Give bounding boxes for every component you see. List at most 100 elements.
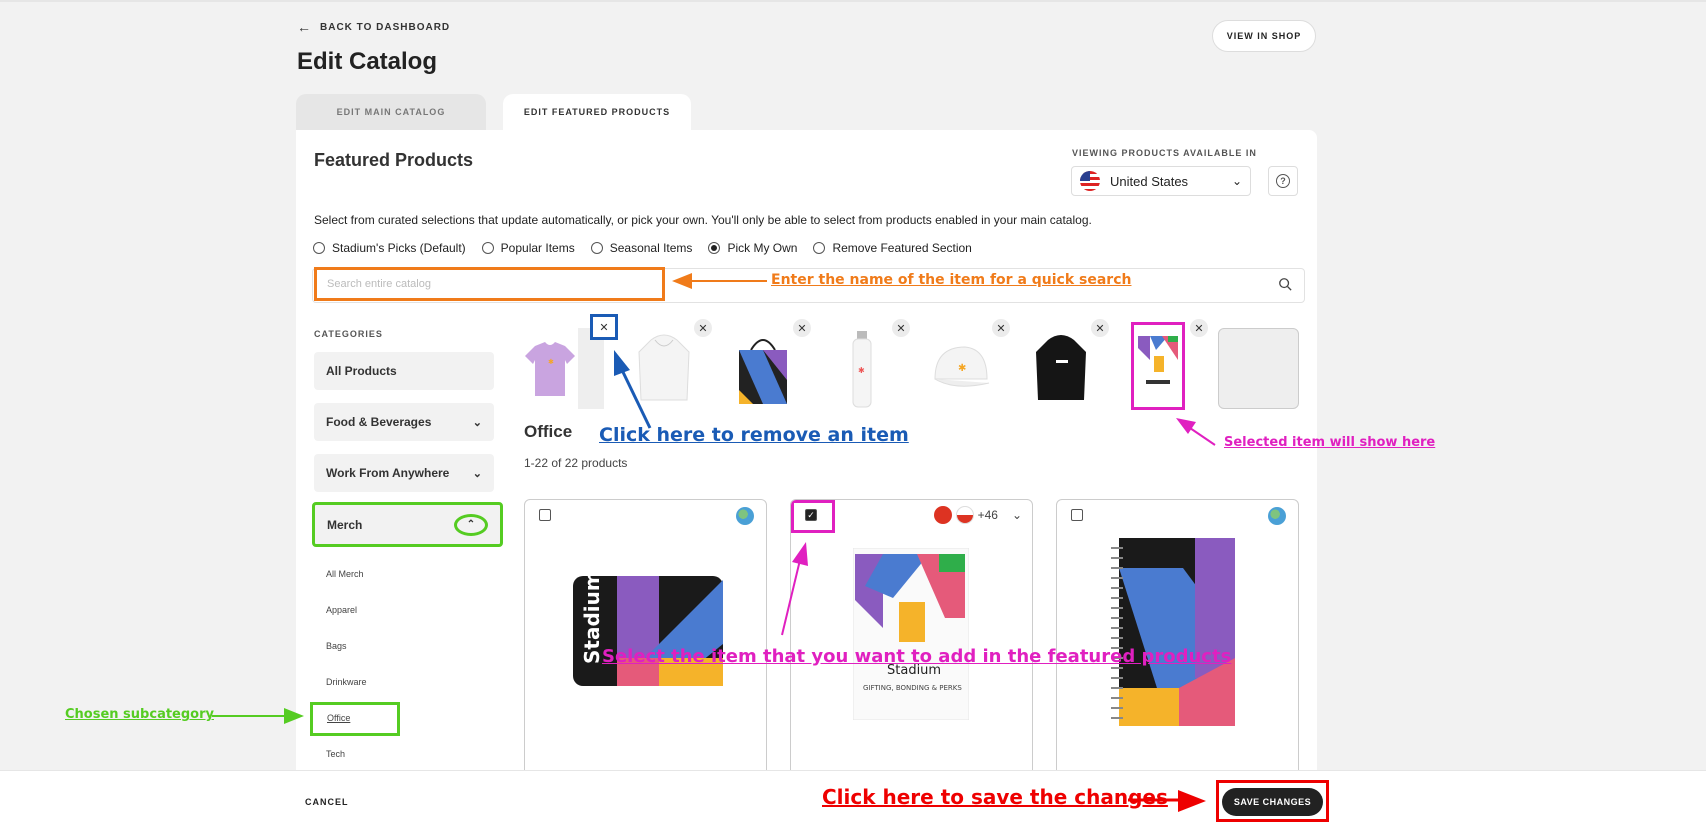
thumbnail-gap bbox=[578, 328, 604, 409]
option-label: Pick My Own bbox=[727, 241, 798, 255]
tshirt-image: ✱ bbox=[525, 342, 575, 396]
remove-item-button[interactable]: ✕ bbox=[793, 319, 811, 337]
us-flag-icon bbox=[1080, 171, 1100, 191]
close-icon: ✕ bbox=[996, 322, 1006, 335]
more-regions-count: +46 bbox=[977, 508, 998, 522]
remove-item-button[interactable]: ✕ bbox=[992, 319, 1010, 337]
search-input[interactable] bbox=[314, 267, 665, 301]
remove-item-button[interactable]: ✕ bbox=[892, 319, 910, 337]
close-icon: ✕ bbox=[599, 321, 609, 334]
close-icon: ✕ bbox=[797, 322, 807, 335]
option-remove-featured[interactable]: Remove Featured Section bbox=[813, 241, 972, 255]
product-checkbox[interactable] bbox=[1071, 509, 1083, 521]
water-bottle-image: ✱ bbox=[852, 331, 872, 408]
category-label: Merch bbox=[327, 517, 363, 532]
annotation-subcategory: Chosen subcategory bbox=[65, 707, 214, 722]
option-seasonal-items[interactable]: Seasonal Items bbox=[590, 241, 693, 255]
annotation-select: Select the item that you want to add in … bbox=[602, 646, 1232, 667]
globe-icon bbox=[736, 507, 754, 525]
close-icon: ✕ bbox=[896, 322, 906, 335]
svg-text:✱: ✱ bbox=[858, 366, 865, 375]
tote-bag-image bbox=[739, 339, 787, 404]
category-work-from-anywhere[interactable]: Work From Anywhere ⌄ bbox=[314, 454, 494, 492]
product-card[interactable] bbox=[1056, 499, 1299, 779]
radio-button-checked[interactable] bbox=[708, 242, 721, 254]
svg-text:✱: ✱ bbox=[958, 363, 966, 374]
selected-item-notebook bbox=[1131, 322, 1185, 410]
chevron-down-icon: ⌄ bbox=[1011, 508, 1022, 522]
category-label: All Products bbox=[326, 364, 397, 378]
cancel-button[interactable]: CANCEL bbox=[305, 797, 349, 807]
subcategory-apparel[interactable]: Apparel bbox=[326, 605, 357, 615]
close-icon: ✕ bbox=[1194, 322, 1204, 335]
country-select[interactable]: United States ⌄ bbox=[1071, 166, 1251, 196]
close-icon: ✕ bbox=[1095, 322, 1105, 335]
availability-regions[interactable]: +46 ⌄ bbox=[933, 506, 1022, 524]
listing-title: Office bbox=[524, 422, 573, 441]
help-button[interactable]: ? bbox=[1268, 166, 1298, 196]
subcategory-office[interactable]: Office bbox=[310, 702, 400, 736]
selected-item-water-bottle: ✱ bbox=[822, 328, 902, 410]
option-label: Seasonal Items bbox=[609, 241, 693, 255]
tab-edit-featured-products[interactable]: EDIT FEATURED PRODUCTS bbox=[503, 94, 691, 130]
close-icon: ✕ bbox=[698, 322, 708, 335]
subcategory-all-merch[interactable]: All Merch bbox=[326, 569, 364, 579]
globe-icon bbox=[1268, 507, 1286, 525]
remove-item-button[interactable]: ✕ bbox=[694, 319, 712, 337]
annotation-save: Click here to save the changes bbox=[822, 785, 1168, 809]
chile-flag-icon bbox=[955, 506, 974, 524]
selected-item-hoodie-black bbox=[1021, 328, 1101, 410]
green-arrow bbox=[212, 708, 304, 724]
product-card[interactable]: Stadium bbox=[524, 499, 767, 779]
search-icon[interactable] bbox=[1278, 277, 1292, 291]
option-pick-my-own[interactable]: Pick My Own bbox=[708, 241, 797, 255]
category-label: Food & Beverages bbox=[326, 415, 432, 429]
option-label: Remove Featured Section bbox=[832, 241, 972, 255]
product-card-selected[interactable]: ✓ +46 ⌄ Stadium GIFTING, BONDING & PERKS bbox=[790, 499, 1033, 779]
categories-label: CATEGORIES bbox=[314, 329, 383, 339]
white-hoodie-image bbox=[638, 334, 690, 401]
subcategory-bags[interactable]: Bags bbox=[326, 641, 347, 651]
viewing-products-label: VIEWING PRODUCTS AVAILABLE IN bbox=[1072, 148, 1257, 158]
chevron-down-icon: ⌄ bbox=[472, 416, 482, 429]
radio-button[interactable] bbox=[313, 242, 325, 254]
category-all-products[interactable]: All Products bbox=[314, 352, 494, 390]
checkbox-highlight bbox=[791, 500, 835, 533]
laptop-sleeve-image: Stadium bbox=[573, 574, 723, 686]
subcategory-drinkware[interactable]: Drinkware bbox=[326, 677, 367, 687]
option-label: Popular Items bbox=[500, 241, 575, 255]
view-in-shop-button[interactable]: VIEW IN SHOP bbox=[1212, 20, 1316, 52]
arrow-left-icon: ← bbox=[297, 19, 312, 35]
category-merch[interactable]: Merch ⌃ bbox=[312, 502, 503, 547]
tab-edit-main-catalog[interactable]: EDIT MAIN CATALOG bbox=[296, 94, 486, 130]
annotation-search: Enter the name of the item for a quick s… bbox=[771, 272, 1132, 288]
remove-item-button[interactable]: ✕ bbox=[1190, 319, 1208, 337]
category-food-beverages[interactable]: Food & Beverages ⌄ bbox=[314, 403, 494, 441]
description-text: Select from curated selections that upda… bbox=[314, 213, 1092, 227]
remove-item-button[interactable]: ✕ bbox=[1091, 319, 1109, 337]
svg-text:✱: ✱ bbox=[548, 358, 554, 366]
cap-image: ✱ bbox=[934, 346, 990, 387]
subcategory-tech[interactable]: Tech bbox=[326, 749, 345, 759]
option-popular-items[interactable]: Popular Items bbox=[481, 241, 575, 255]
chevron-down-icon: ⌄ bbox=[472, 467, 482, 480]
radio-button[interactable] bbox=[481, 242, 494, 254]
back-to-dashboard-link[interactable]: ← BACK TO DASHBOARD bbox=[297, 20, 450, 34]
selected-item-hoodie-white bbox=[624, 328, 704, 410]
selected-item-tote-bag bbox=[723, 328, 803, 410]
option-stadiums-picks[interactable]: Stadium's Picks (Default) bbox=[313, 241, 466, 255]
option-label: Stadium's Picks (Default) bbox=[332, 241, 466, 255]
chevron-up-icon[interactable]: ⌃ bbox=[454, 513, 488, 536]
svg-text:GIFTING, BONDING & PERKS: GIFTING, BONDING & PERKS bbox=[863, 684, 962, 692]
selected-item-cap: ✱ bbox=[920, 328, 1000, 410]
section-title: Featured Products bbox=[314, 150, 474, 170]
annotation-selected: Selected item will show here bbox=[1224, 435, 1436, 450]
svg-text:Stadium: Stadium bbox=[580, 574, 604, 664]
remove-item-button[interactable]: ✕ bbox=[590, 314, 618, 340]
radio-button[interactable] bbox=[813, 242, 826, 254]
product-checkbox[interactable] bbox=[539, 509, 551, 521]
radio-button[interactable] bbox=[590, 242, 603, 254]
featured-mode-options: Stadium's Picks (Default) Popular Items … bbox=[313, 241, 972, 255]
notebook-image bbox=[1136, 330, 1180, 402]
save-changes-button[interactable]: SAVE CHANGES bbox=[1222, 788, 1323, 816]
